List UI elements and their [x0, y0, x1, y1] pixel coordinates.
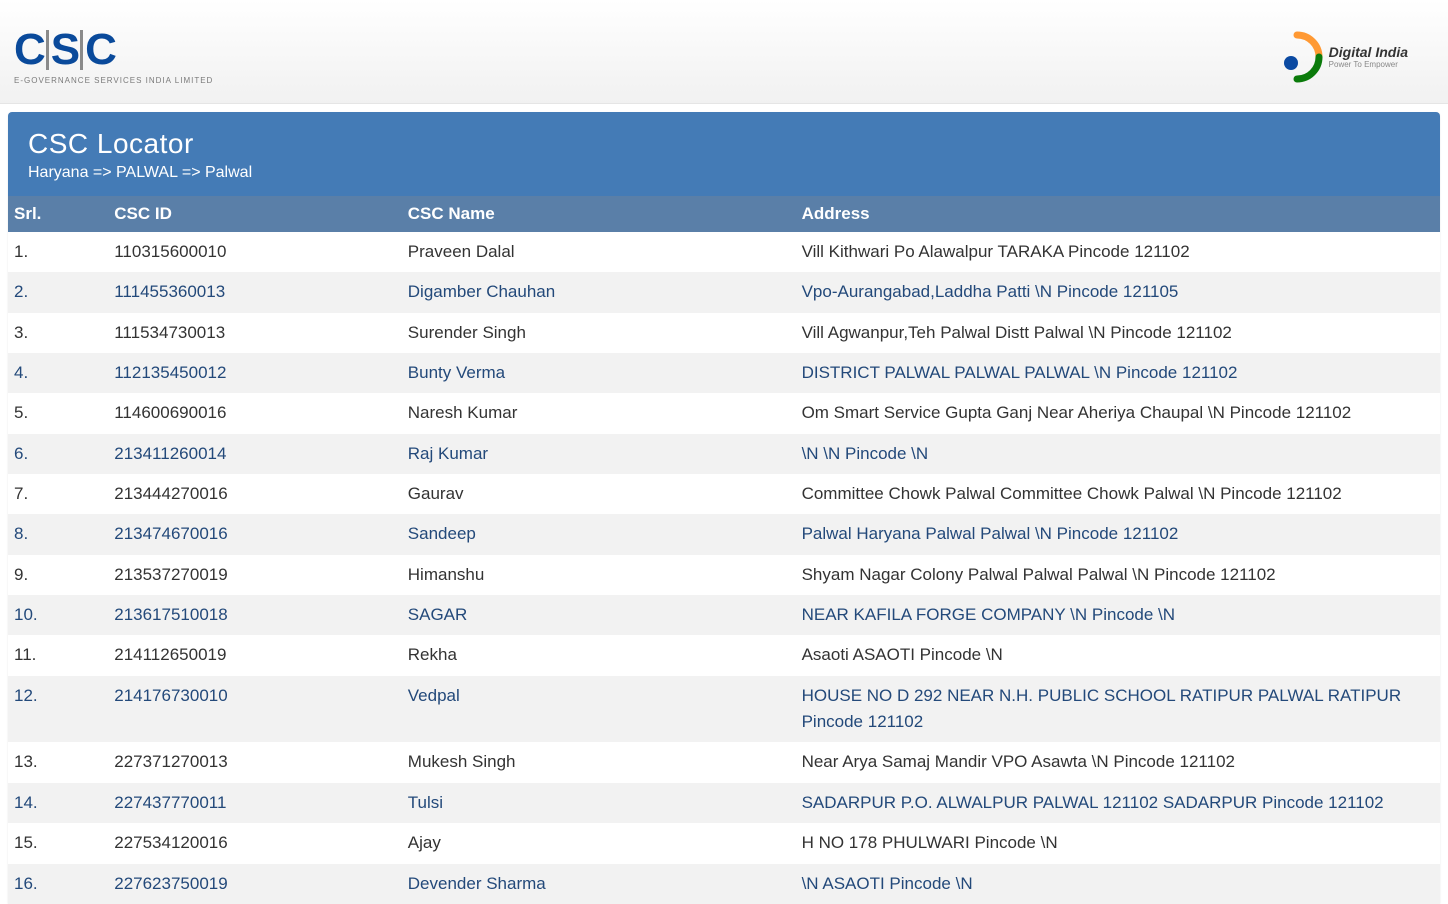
cell-srl: 14.: [8, 783, 108, 823]
cell-srl: 8.: [8, 514, 108, 554]
cell-csc_id: 227437770011: [108, 783, 402, 823]
table-row: 7.213444270016GauravCommittee Chowk Palw…: [8, 474, 1440, 514]
cell-address: HOUSE NO D 292 NEAR N.H. PUBLIC SCHOOL R…: [796, 676, 1440, 743]
cell-csc_name: Ajay: [402, 823, 796, 863]
cell-csc_id: 227534120016: [108, 823, 402, 863]
tricolor-swirl-icon: [1271, 31, 1323, 83]
cell-csc_id: 214112650019: [108, 635, 402, 675]
cell-srl: 6.: [8, 434, 108, 474]
cell-srl: 11.: [8, 635, 108, 675]
table-row: 9.213537270019HimanshuShyam Nagar Colony…: [8, 555, 1440, 595]
cell-csc_name: Praveen Dalal: [402, 232, 796, 272]
cell-csc_id: 213617510018: [108, 595, 402, 635]
breadcrumb: Haryana => PALWAL => Palwal: [28, 164, 1420, 182]
cell-address: Asaoti ASAOTI Pincode \N: [796, 635, 1440, 675]
cell-srl: 2.: [8, 272, 108, 312]
cell-csc_name: Tulsi: [402, 783, 796, 823]
cell-address: NEAR KAFILA FORGE COMPANY \N Pincode \N: [796, 595, 1440, 635]
cell-csc_id: 114600690016: [108, 393, 402, 433]
col-address: Address: [796, 196, 1440, 232]
cell-csc_id: 227623750019: [108, 864, 402, 904]
cell-csc_id: 227371270013: [108, 742, 402, 782]
cell-csc_id: 112135450012: [108, 353, 402, 393]
cell-csc_name: Vedpal: [402, 676, 796, 743]
cell-csc_name: Sandeep: [402, 514, 796, 554]
table-header-row: Srl. CSC ID CSC Name Address: [8, 196, 1440, 232]
table-row[interactable]: 6.213411260014Raj Kumar\N \N Pincode \N: [8, 434, 1440, 474]
cell-csc_name: Naresh Kumar: [402, 393, 796, 433]
panel-header: CSC Locator Haryana => PALWAL => Palwal: [8, 112, 1440, 196]
cell-csc_id: 213411260014: [108, 434, 402, 474]
cell-address: SADARPUR P.O. ALWALPUR PALWAL 121102 SAD…: [796, 783, 1440, 823]
cell-csc_name: Mukesh Singh: [402, 742, 796, 782]
table-row: 13.227371270013Mukesh SinghNear Arya Sam…: [8, 742, 1440, 782]
cell-csc_id: 213537270019: [108, 555, 402, 595]
table-row: 15.227534120016AjayH NO 178 PHULWARI Pin…: [8, 823, 1440, 863]
cell-srl: 9.: [8, 555, 108, 595]
cell-srl: 4.: [8, 353, 108, 393]
cell-csc_name: Himanshu: [402, 555, 796, 595]
digital-india-logo: Digital India Power To Empower: [1271, 31, 1408, 83]
cell-srl: 16.: [8, 864, 108, 904]
cell-address: Vill Kithwari Po Alawalpur TARAKA Pincod…: [796, 232, 1440, 272]
cell-address: Vill Agwanpur,Teh Palwal Distt Palwal \N…: [796, 313, 1440, 353]
cell-srl: 1.: [8, 232, 108, 272]
cell-csc_name: Raj Kumar: [402, 434, 796, 474]
cell-srl: 10.: [8, 595, 108, 635]
cell-address: Committee Chowk Palwal Committee Chowk P…: [796, 474, 1440, 514]
cell-address: Om Smart Service Gupta Ganj Near Aheriya…: [796, 393, 1440, 433]
cell-csc_name: Surender Singh: [402, 313, 796, 353]
cell-csc_id: 213444270016: [108, 474, 402, 514]
cell-csc_id: 110315600010: [108, 232, 402, 272]
cell-csc_name: Digamber Chauhan: [402, 272, 796, 312]
table-row[interactable]: 4.112135450012Bunty VermaDISTRICT PALWAL…: [8, 353, 1440, 393]
cell-address: Shyam Nagar Colony Palwal Palwal Palwal …: [796, 555, 1440, 595]
cell-address: \N ASAOTI Pincode \N: [796, 864, 1440, 904]
table-row: 3.111534730013Surender SinghVill Agwanpu…: [8, 313, 1440, 353]
cell-csc_id: 213474670016: [108, 514, 402, 554]
top-bar: CSC e-Governance Services India Limited …: [0, 0, 1448, 104]
cell-address: Near Arya Samaj Mandir VPO Asawta \N Pin…: [796, 742, 1440, 782]
digital-india-title: Digital India: [1329, 44, 1408, 60]
locator-panel: CSC Locator Haryana => PALWAL => Palwal …: [8, 112, 1440, 904]
table-row[interactable]: 16.227623750019Devender Sharma\N ASAOTI …: [8, 864, 1440, 904]
table-row[interactable]: 12.214176730010VedpalHOUSE NO D 292 NEAR…: [8, 676, 1440, 743]
csc-logo: CSC e-Governance Services India Limited: [14, 28, 213, 85]
cell-srl: 3.: [8, 313, 108, 353]
cell-srl: 15.: [8, 823, 108, 863]
cell-csc_name: Gaurav: [402, 474, 796, 514]
table-row[interactable]: 8.213474670016SandeepPalwal Haryana Palw…: [8, 514, 1440, 554]
cell-csc_name: Rekha: [402, 635, 796, 675]
csc-wordmark: CSC: [14, 28, 115, 72]
table-row[interactable]: 14.227437770011TulsiSADARPUR P.O. ALWALP…: [8, 783, 1440, 823]
col-srl: Srl.: [8, 196, 108, 232]
cell-address: Vpo-Aurangabad,Laddha Patti \N Pincode 1…: [796, 272, 1440, 312]
table-row[interactable]: 2.111455360013Digamber ChauhanVpo-Aurang…: [8, 272, 1440, 312]
cell-csc_id: 214176730010: [108, 676, 402, 743]
cell-address: Palwal Haryana Palwal Palwal \N Pincode …: [796, 514, 1440, 554]
digital-india-sub: Power To Empower: [1329, 60, 1408, 69]
csc-logo-tagline: e-Governance Services India Limited: [14, 76, 213, 85]
table-row: 5.114600690016Naresh KumarOm Smart Servi…: [8, 393, 1440, 433]
table-row[interactable]: 10.213617510018SAGARNEAR KAFILA FORGE CO…: [8, 595, 1440, 635]
cell-srl: 13.: [8, 742, 108, 782]
cell-csc_name: Bunty Verma: [402, 353, 796, 393]
cell-srl: 5.: [8, 393, 108, 433]
col-csc-id: CSC ID: [108, 196, 402, 232]
cell-srl: 12.: [8, 676, 108, 743]
cell-csc_name: SAGAR: [402, 595, 796, 635]
cell-address: \N \N Pincode \N: [796, 434, 1440, 474]
cell-csc_id: 111534730013: [108, 313, 402, 353]
table-row: 1.110315600010Praveen DalalVill Kithwari…: [8, 232, 1440, 272]
cell-csc_name: Devender Sharma: [402, 864, 796, 904]
table-row: 11.214112650019RekhaAsaoti ASAOTI Pincod…: [8, 635, 1440, 675]
col-name: CSC Name: [402, 196, 796, 232]
cell-csc_id: 111455360013: [108, 272, 402, 312]
cell-srl: 7.: [8, 474, 108, 514]
cell-address: H NO 178 PHULWARI Pincode \N: [796, 823, 1440, 863]
csc-table: Srl. CSC ID CSC Name Address 1.110315600…: [8, 196, 1440, 904]
cell-address: DISTRICT PALWAL PALWAL PALWAL \N Pincode…: [796, 353, 1440, 393]
page-title: CSC Locator: [28, 128, 1420, 160]
